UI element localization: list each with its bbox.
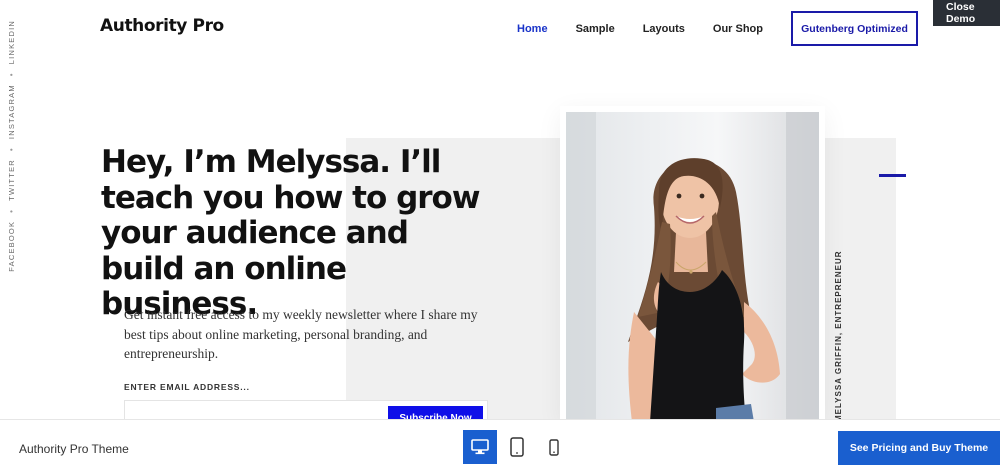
tablet-view-button[interactable]	[500, 430, 534, 464]
social-separator: •	[6, 147, 16, 152]
main-nav: Home Sample Layouts Our Shop Gutenberg O…	[500, 11, 918, 46]
social-link-instagram[interactable]: Instagram	[7, 84, 16, 139]
desktop-icon	[471, 439, 489, 455]
social-separator: •	[6, 208, 16, 213]
social-separator: •	[6, 72, 16, 77]
email-label: ENTER EMAIL ADDRESS...	[124, 382, 250, 392]
site-logo[interactable]: Authority Pro	[100, 16, 224, 36]
nav-home[interactable]: Home	[517, 23, 548, 35]
portrait-frame	[560, 106, 825, 422]
desktop-view-button[interactable]	[463, 430, 497, 464]
social-link-linkedin[interactable]: LinkedIn	[7, 20, 16, 64]
social-link-twitter[interactable]: Twitter	[7, 159, 16, 201]
hero-headline: Hey, I’m Melyssa. I’ll teach you how to …	[101, 144, 481, 322]
nav-layouts[interactable]: Layouts	[643, 23, 685, 35]
mobile-view-button[interactable]	[537, 430, 571, 464]
close-demo-button[interactable]: Close Demo	[933, 0, 1000, 26]
photo-caption: MELYSSA GRIFFIN, ENTREPRENEUR	[833, 250, 845, 422]
buy-theme-button[interactable]: See Pricing and Buy Theme	[838, 431, 1000, 465]
social-sidebar: Facebook • Twitter • Instagram • LinkedI…	[4, 20, 18, 272]
portrait-photo	[566, 112, 819, 422]
hero-intro: Get instant free access to my weekly new…	[124, 307, 478, 361]
theme-name: Authority Pro Theme	[19, 442, 129, 456]
gutenberg-optimized-button[interactable]: Gutenberg Optimized	[791, 11, 918, 46]
mobile-icon	[549, 438, 559, 456]
tablet-icon	[510, 437, 524, 457]
photo-caption-text: MELYSSA GRIFFIN, ENTREPRENEUR	[834, 250, 843, 422]
accent-line	[879, 174, 906, 177]
demo-bottom-bar: Authority Pro Theme See Pricing and Buy …	[0, 419, 1000, 467]
nav-sample[interactable]: Sample	[576, 23, 615, 35]
social-link-facebook[interactable]: Facebook	[7, 221, 16, 272]
portrait-illustration	[566, 112, 819, 422]
nav-our-shop[interactable]: Our Shop	[713, 23, 763, 35]
